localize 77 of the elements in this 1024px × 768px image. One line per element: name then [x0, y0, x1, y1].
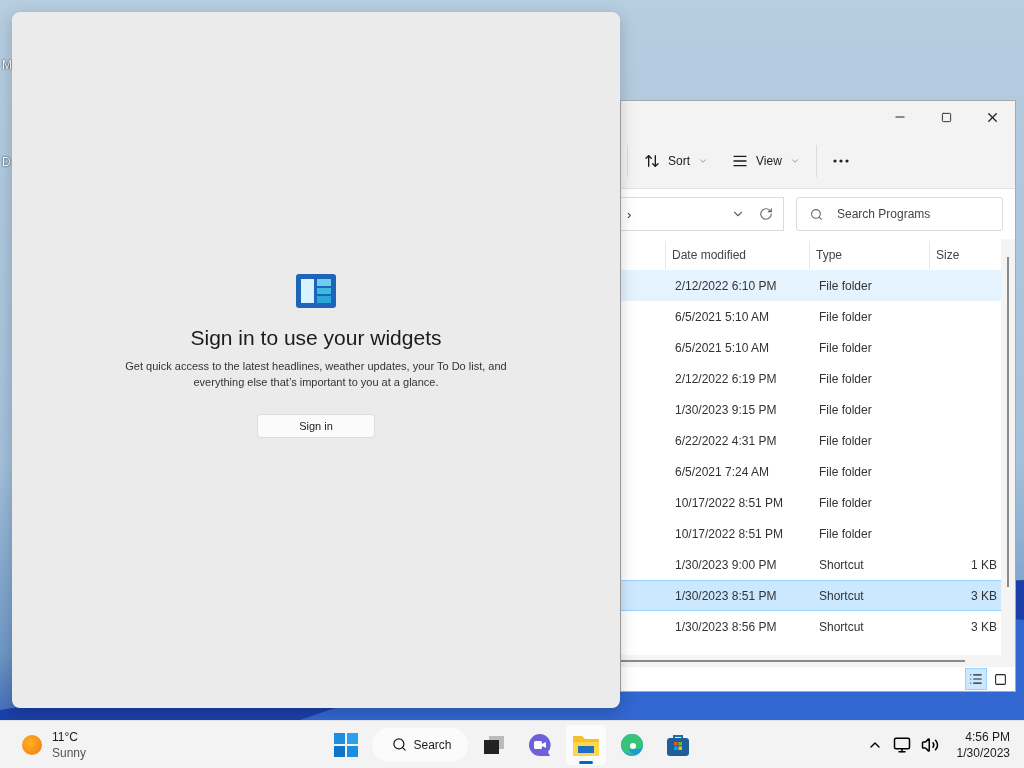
type-cell-text: File folder [818, 402, 873, 417]
date-cell-text: 6/22/2022 4:31 PM [674, 433, 778, 448]
file-row[interactable]: 6/5/2021 5:10 AM File folder [621, 332, 1001, 363]
type-cell-text: File folder [818, 309, 873, 324]
date-cell-text: 1/30/2023 8:56 PM [674, 619, 778, 634]
date-cell-text: 6/5/2021 5:10 AM [674, 340, 771, 355]
date-cell-text: 1/30/2023 9:00 PM [674, 557, 778, 572]
widgets-description: Get quick access to the latest headlines, weather updates, your To Do list, and everything else that’s important to you at a glance. [124, 359, 508, 390]
size-cell-text: 3 KB [970, 588, 998, 603]
date-cell-text: 6/5/2021 5:10 AM [674, 309, 771, 324]
address-bar[interactable]: › [621, 197, 784, 231]
type-cell-text: File folder [818, 464, 873, 479]
desktop-icon-label: M [2, 58, 12, 72]
search-icon [810, 208, 823, 221]
size-cell-text: 1 KB [970, 557, 998, 572]
file-row[interactable]: 6/5/2021 7:24 AM File folder [621, 456, 1001, 487]
sign-in-button[interactable]: Sign in [257, 414, 375, 438]
more-icon [832, 158, 849, 163]
volume-icon[interactable] [920, 735, 939, 754]
clock-time[interactable]: 4:56 PM [956, 728, 1010, 745]
list-icon [969, 672, 983, 686]
refresh-icon [759, 207, 773, 221]
file-row[interactable]: 10/17/2022 8:51 PM File folder [621, 518, 1001, 549]
file-row[interactable]: 1/30/2023 8:56 PM Shortcut 3 KB [621, 611, 1001, 642]
task-view-icon [483, 735, 504, 754]
maximize-icon [940, 111, 952, 123]
sun-icon [22, 734, 42, 755]
type-cell-text: File folder [818, 278, 873, 293]
view-button[interactable]: View [724, 146, 808, 175]
column-header[interactable]: Type [809, 240, 929, 269]
file-row[interactable]: 1/30/2023 8:51 PM Shortcut 3 KB [621, 580, 1001, 611]
date-cell-text: 10/17/2022 8:51 PM [674, 526, 785, 541]
file-row[interactable]: 2/12/2022 6:10 PM File folder [621, 270, 1001, 301]
type-cell-text: File folder [818, 495, 873, 510]
chat-icon [527, 732, 552, 757]
temperature-text: 11°C [52, 728, 79, 745]
windows-logo-icon [334, 732, 359, 757]
file-row[interactable]: 6/5/2021 5:10 AM File folder [621, 301, 1001, 332]
search-icon [392, 737, 408, 752]
network-icon[interactable] [892, 735, 911, 754]
folder-icon [572, 733, 599, 756]
square-icon [993, 672, 1007, 686]
column-header[interactable]: Size [929, 240, 999, 269]
column-header[interactable]: Date modified [665, 240, 809, 269]
type-cell-text: Shortcut [818, 619, 865, 634]
file-row[interactable]: 6/22/2022 4:31 PM File folder [621, 425, 1001, 456]
type-cell-text: Shortcut [818, 557, 865, 572]
date-cell-text: 10/17/2022 8:51 PM [674, 495, 785, 510]
date-cell-text: 1/30/2023 8:51 PM [674, 588, 778, 603]
file-row[interactable]: 2/12/2022 6:19 PM File folder [621, 363, 1001, 394]
date-cell-text: 2/12/2022 6:10 PM [674, 278, 778, 293]
weather-condition-text: Sunny [52, 744, 87, 761]
shopping-bag-icon [665, 732, 690, 757]
vertical-scrollbar[interactable] [1001, 239, 1015, 667]
type-cell-text: File folder [818, 433, 873, 448]
widgets-icon [296, 274, 336, 308]
file-row[interactable]: 1/30/2023 9:00 PM Shortcut 1 KB [621, 549, 1001, 580]
type-cell-text: File folder [818, 340, 873, 355]
type-cell-text: Shortcut [818, 588, 865, 603]
type-cell-text: File folder [818, 371, 873, 386]
date-cell-text: 1/30/2023 9:15 PM [674, 402, 778, 417]
browser-icon [619, 732, 644, 757]
horizontal-scrollbar[interactable] [621, 655, 1001, 667]
type-cell-text: File folder [818, 526, 873, 541]
search-field[interactable]: Search Programs [796, 197, 1003, 231]
details-view-button[interactable] [965, 668, 987, 690]
date-cell-text: 6/5/2021 7:24 AM [674, 464, 771, 479]
taskbar-search-button[interactable]: Search [372, 727, 468, 762]
sort-button[interactable]: Sort [636, 146, 716, 175]
file-row[interactable]: 10/17/2022 8:51 PM File folder [621, 487, 1001, 518]
clock-date[interactable]: 1/30/2023 [956, 744, 1010, 761]
size-cell-text: 3 KB [970, 619, 998, 634]
desktop-icon-label: D [2, 155, 11, 169]
date-cell-text: 2/12/2022 6:19 PM [674, 371, 778, 386]
sort-arrows-icon [644, 152, 660, 169]
widgets-title: Sign in to use your widgets [190, 326, 442, 350]
file-row[interactable]: 1/30/2023 9:15 PM File folder [621, 394, 1001, 425]
